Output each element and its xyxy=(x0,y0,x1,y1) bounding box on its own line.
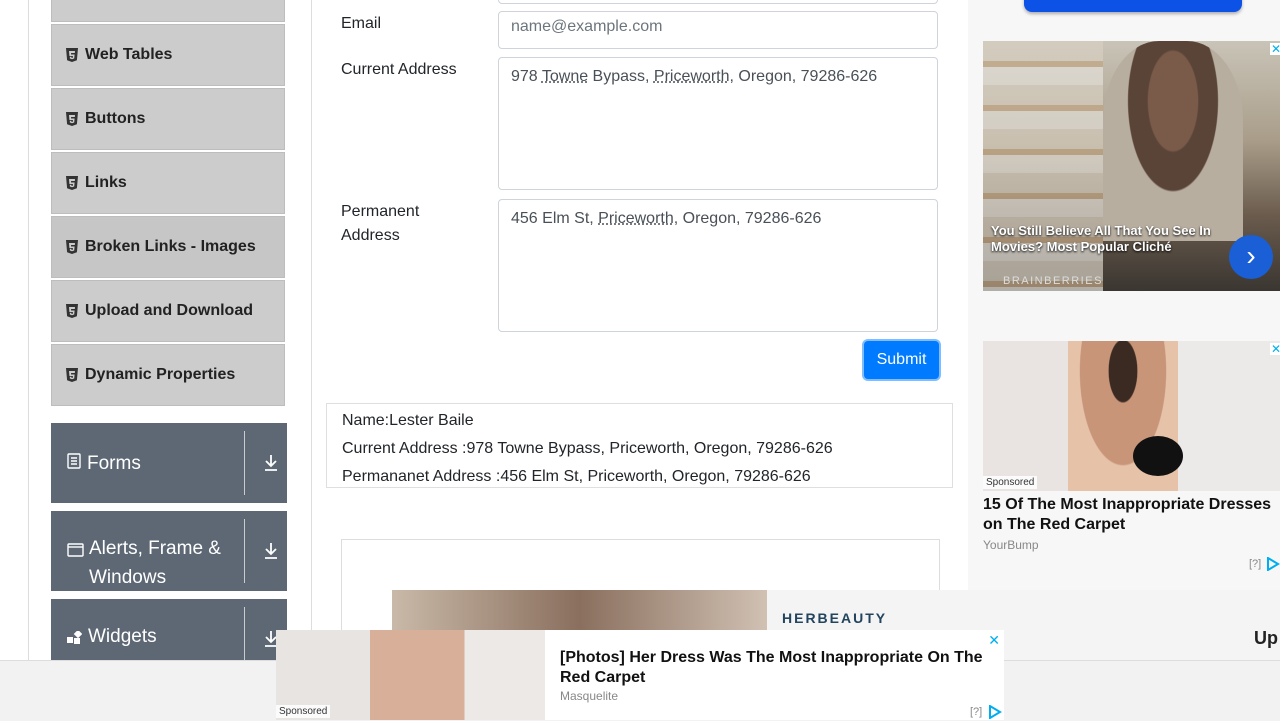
ad-source: Masquelite xyxy=(560,689,619,703)
download-icon[interactable] xyxy=(263,542,279,565)
ad-image-person xyxy=(1103,41,1243,241)
window-icon xyxy=(67,543,84,562)
sponsored-badge: Sponsored xyxy=(983,476,1038,489)
sidebar-item-label: Web Tables xyxy=(85,46,173,63)
close-icon[interactable]: ✕ xyxy=(988,632,1000,649)
group-alerts-frame-windows[interactable]: Alerts, Frame & Windows xyxy=(51,511,287,591)
submit-button[interactable]: Submit xyxy=(864,341,939,379)
divider xyxy=(244,519,245,583)
ad-info-link[interactable]: [?] xyxy=(970,706,982,718)
adchoices-icon[interactable] xyxy=(1266,556,1280,576)
html5-icon xyxy=(66,112,78,126)
email-field[interactable]: name@example.com xyxy=(498,11,938,49)
sidebar-item-label: Upload and Download xyxy=(85,302,253,319)
sidebar-item-dynamic-properties[interactable]: Dynamic Properties xyxy=(51,344,285,406)
email-label: Email xyxy=(341,15,382,32)
output-current-address: Current Address :978 Towne Bypass, Price… xyxy=(342,440,833,457)
ad-title[interactable]: 15 Of The Most Inappropriate Dresses on … xyxy=(983,495,1278,535)
output-name: Name:Lester Baile xyxy=(342,412,474,429)
current-address-label: Current Address xyxy=(341,61,457,78)
ad-brand: BRAINBERRIES xyxy=(1003,275,1103,287)
chevron-right-icon[interactable]: › xyxy=(1229,235,1273,279)
ad-image[interactable] xyxy=(983,341,1280,491)
html5-icon xyxy=(66,176,78,190)
sidebar-item-buttons[interactable]: Buttons xyxy=(51,88,285,150)
sponsored-badge: Sponsored xyxy=(276,705,331,718)
html5-icon xyxy=(66,48,78,62)
sidebar-item-web-tables[interactable]: Web Tables xyxy=(51,24,285,86)
ad-source: YourBump xyxy=(983,538,1039,552)
close-icon[interactable]: ✕ xyxy=(1270,343,1280,355)
group-label: Alerts, Frame & Windows xyxy=(89,538,221,588)
group-widgets[interactable]: Widgets xyxy=(51,599,287,660)
left-panel: Web Tables Buttons Links Broken Links - … xyxy=(28,0,312,660)
sidebar-item-label: Dynamic Properties xyxy=(85,366,236,383)
sidebar-item-upload-download[interactable]: Upload and Download xyxy=(51,280,285,342)
download-icon[interactable] xyxy=(263,454,279,477)
html5-icon xyxy=(66,368,78,382)
group-forms[interactable]: Forms xyxy=(51,423,287,503)
sidebar-item-broken-links[interactable]: Broken Links - Images xyxy=(51,216,285,278)
permanent-address-label: Permanent Address xyxy=(341,203,420,244)
group-label: Widgets xyxy=(88,626,157,647)
bottom-ad[interactable]: Sponsored [Photos] Her Dress Was The Mos… xyxy=(276,630,1004,720)
ad-button[interactable] xyxy=(1024,0,1242,12)
output-panel: Name:Lester Baile Current Address :978 T… xyxy=(326,403,953,488)
sidebar-item-label: Buttons xyxy=(85,110,146,127)
ad-headline: Up xyxy=(1254,628,1278,648)
close-icon[interactable]: ✕ xyxy=(1270,43,1280,55)
sidebar-item-previous[interactable] xyxy=(51,0,285,22)
ad-brainberries[interactable]: You Still Believe All That You See In Mo… xyxy=(983,41,1280,291)
divider xyxy=(244,607,245,660)
divider xyxy=(244,431,245,495)
full-name-field[interactable] xyxy=(498,0,938,4)
html5-icon xyxy=(66,240,78,254)
sidebar-item-label: Broken Links - Images xyxy=(85,238,256,255)
ad-info-link[interactable]: [?] xyxy=(1249,558,1261,570)
sidebar-item-links[interactable]: Links xyxy=(51,152,285,214)
ad-brand: HERBEAUTY xyxy=(782,610,888,626)
ad-headline: You Still Believe All That You See In Mo… xyxy=(991,223,1211,254)
widgets-icon xyxy=(67,629,83,651)
adchoices-icon[interactable] xyxy=(988,704,1002,720)
permanent-address-field[interactable]: 456 Elm St, Priceworth, Oregon, 79286-62… xyxy=(498,199,938,332)
sidebar-item-label: Links xyxy=(85,174,127,191)
output-permanent-address: Permananet Address :456 Elm St, Pricewor… xyxy=(342,468,811,485)
current-address-field[interactable]: 978 Towne Bypass, Priceworth, Oregon, 79… xyxy=(498,57,938,190)
ad-title: [Photos] Her Dress Was The Most Inapprop… xyxy=(560,649,983,686)
form-icon xyxy=(67,452,81,474)
group-label: Forms xyxy=(87,452,141,474)
html5-icon xyxy=(66,304,78,318)
